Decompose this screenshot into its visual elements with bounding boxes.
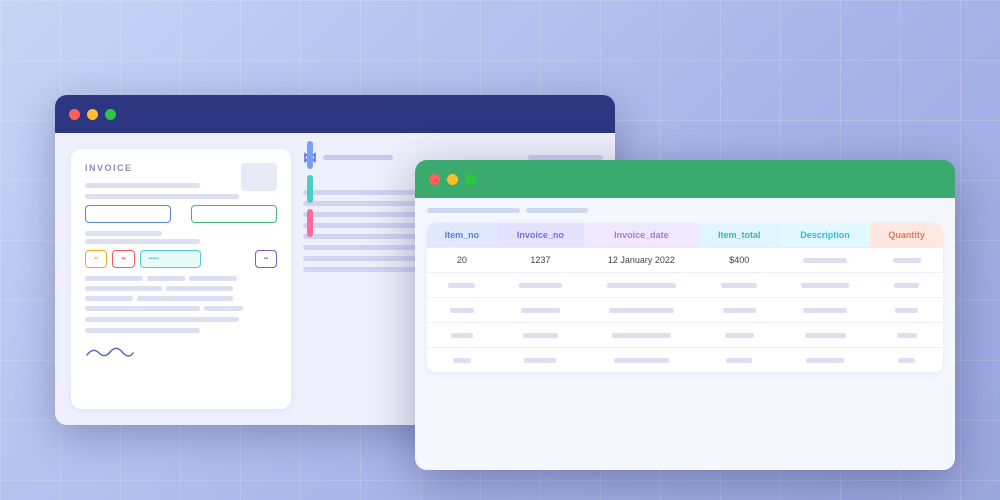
invoice-field-green[interactable] bbox=[191, 205, 277, 223]
data-table: Item_no Invoice_no Invoice_date Item_tot… bbox=[427, 223, 943, 372]
cell-quantity bbox=[870, 348, 943, 372]
cell-description bbox=[780, 273, 871, 298]
btn-label: ▪▪ bbox=[264, 256, 268, 262]
cell-invoice-date: 12 January 2022 bbox=[584, 248, 699, 273]
col-quantity: Quantity bbox=[870, 223, 943, 248]
dot-red[interactable] bbox=[69, 109, 80, 120]
cell-item-total bbox=[699, 273, 780, 298]
col-item-total: Item_total bbox=[699, 223, 780, 248]
sidebar-bars bbox=[307, 111, 313, 409]
invoice-field-row bbox=[85, 205, 277, 223]
col-description: Description bbox=[780, 223, 871, 248]
dot-yellow[interactable] bbox=[87, 109, 98, 120]
sidebar-bar-teal bbox=[307, 175, 313, 203]
cell-item-total bbox=[699, 323, 780, 348]
table-row bbox=[427, 323, 943, 348]
invoice-line bbox=[85, 328, 200, 333]
cell-item-no bbox=[427, 348, 497, 372]
cell-invoice-date bbox=[584, 273, 699, 298]
invoice-btn-red[interactable]: ▪▪ bbox=[112, 250, 134, 268]
cell-invoice-no bbox=[497, 348, 584, 372]
invoice-panel: INVOICE ▪▪ ▪▪ ▪▪▪▪▪ bbox=[71, 149, 291, 409]
cell-description bbox=[780, 348, 871, 372]
cell-item-no bbox=[427, 298, 497, 323]
cell-quantity bbox=[870, 298, 943, 323]
cell-description bbox=[780, 323, 871, 348]
cell-invoice-date bbox=[584, 323, 699, 348]
cell-invoice-no bbox=[497, 273, 584, 298]
col-invoice-no: Invoice_no bbox=[497, 223, 584, 248]
invoice-btn-purple[interactable]: ▪▪ bbox=[255, 250, 277, 268]
window-front-body: Item_no Invoice_no Invoice_date Item_tot… bbox=[415, 198, 955, 470]
cell-quantity bbox=[870, 248, 943, 273]
table-row bbox=[427, 298, 943, 323]
sidebar-bar-blue bbox=[307, 141, 313, 169]
cell-description bbox=[780, 298, 871, 323]
dot-yellow-front[interactable] bbox=[447, 174, 458, 185]
invoice-btn-row: ▪▪ ▪▪ ▪▪▪▪▪ ▪▪ bbox=[85, 250, 277, 268]
invoice-data-rows bbox=[85, 276, 277, 311]
invoice-line bbox=[85, 231, 162, 236]
cell-invoice-no bbox=[497, 298, 584, 323]
btn-label: ▪▪ bbox=[94, 256, 98, 262]
col-invoice-date: Invoice_date bbox=[584, 223, 699, 248]
window-back-titlebar bbox=[55, 95, 615, 133]
cell-item-no bbox=[427, 273, 497, 298]
cell-invoice-no bbox=[497, 323, 584, 348]
front-top-lines bbox=[427, 208, 943, 213]
invoice-btn-orange[interactable]: ▪▪ bbox=[85, 250, 107, 268]
cell-item-total bbox=[699, 348, 780, 372]
invoice-line bbox=[85, 239, 200, 244]
cell-item-no bbox=[427, 323, 497, 348]
cell-invoice-date bbox=[584, 298, 699, 323]
btn-label: ▪▪▪▪▪ bbox=[149, 256, 160, 262]
table-header-row: Item_no Invoice_no Invoice_date Item_tot… bbox=[427, 223, 943, 248]
cell-item-no: 20 bbox=[427, 248, 497, 273]
window-front: Item_no Invoice_no Invoice_date Item_tot… bbox=[415, 160, 955, 470]
cell-item-total: $400 bbox=[699, 248, 780, 273]
btn-label: ▪▪ bbox=[121, 256, 125, 262]
invoice-btn-teal[interactable]: ▪▪▪▪▪ bbox=[140, 250, 202, 268]
table-row bbox=[427, 273, 943, 298]
invoice-line bbox=[85, 183, 200, 188]
window-front-titlebar bbox=[415, 160, 955, 198]
dot-green-front[interactable] bbox=[465, 174, 476, 185]
table-row bbox=[427, 348, 943, 372]
cell-invoice-no: 1237 bbox=[497, 248, 584, 273]
sidebar-bar-pink bbox=[307, 209, 313, 237]
cell-quantity bbox=[870, 273, 943, 298]
table-row: 20 1237 12 January 2022 $400 bbox=[427, 248, 943, 273]
invoice-line bbox=[85, 317, 239, 322]
invoice-logo-box bbox=[241, 163, 277, 191]
cell-quantity bbox=[870, 323, 943, 348]
cell-description bbox=[780, 248, 871, 273]
invoice-signature bbox=[85, 343, 277, 366]
invoice-field-blue[interactable] bbox=[85, 205, 171, 223]
dot-green[interactable] bbox=[105, 109, 116, 120]
dot-red-front[interactable] bbox=[429, 174, 440, 185]
invoice-line bbox=[85, 194, 239, 199]
cell-item-total bbox=[699, 298, 780, 323]
col-item-no: Item_no bbox=[427, 223, 497, 248]
cell-invoice-date bbox=[584, 348, 699, 372]
